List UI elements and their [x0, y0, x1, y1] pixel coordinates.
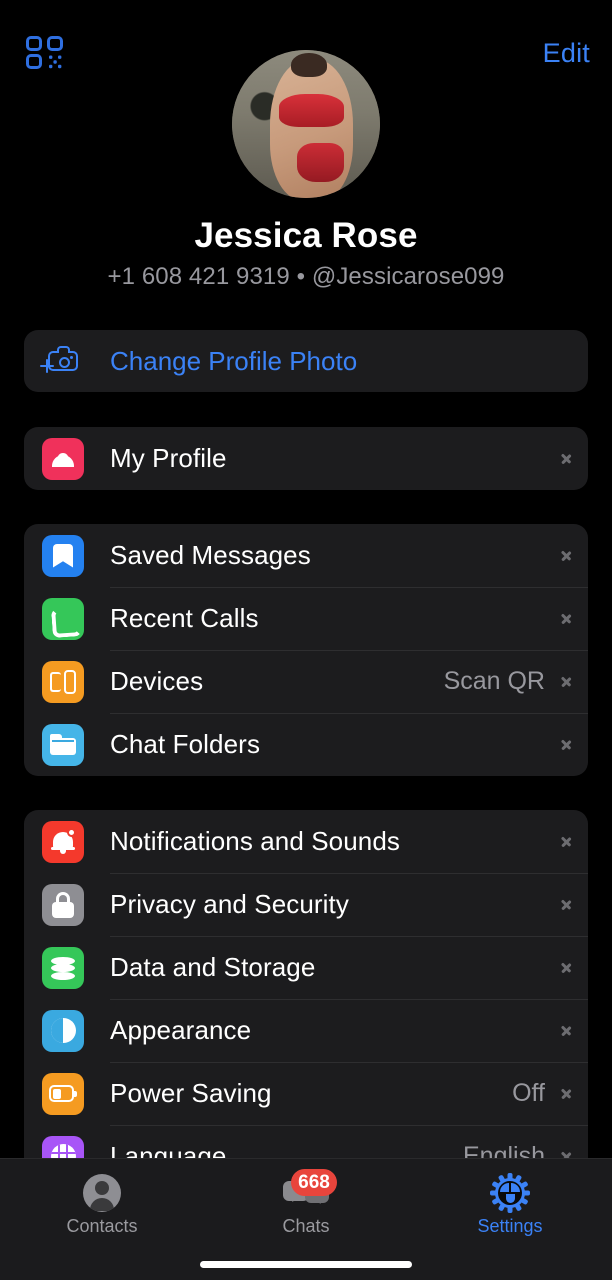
sidebar-item-notifications-and-sounds[interactable]: Notifications and Sounds: [24, 810, 588, 873]
camera-plus-icon: [40, 340, 84, 382]
chevron-right-icon: [561, 958, 572, 977]
row-label: Notifications and Sounds: [110, 826, 401, 856]
folder-icon: [42, 723, 84, 766]
chevron-right-icon: [561, 546, 572, 565]
edit-button[interactable]: Edit: [543, 36, 590, 70]
person-icon: [42, 437, 84, 480]
row-label: Saved Messages: [110, 540, 311, 570]
sidebar-item-data-and-storage[interactable]: Data and Storage: [24, 936, 588, 999]
telegram-settings-screen: Edit Jessica Rose +1 608 421 9319 • @Jes…: [0, 0, 612, 1280]
shortcuts-group-card: Saved Messages Recent Calls Devices Scan…: [24, 524, 588, 776]
tab-settings[interactable]: Settings: [408, 1159, 612, 1237]
database-icon: [42, 946, 84, 989]
sidebar-item-my-profile[interactable]: My Profile: [24, 427, 588, 490]
status-badge: 668: [291, 1169, 337, 1196]
row-label: Recent Calls: [110, 603, 259, 633]
qr-code-icon[interactable]: [26, 36, 64, 70]
avatar-garment-top: [279, 94, 345, 127]
row-value: Scan QR: [443, 667, 545, 695]
tab-label: Contacts: [66, 1216, 138, 1236]
chevron-right-icon: [561, 672, 572, 691]
row-label: Privacy and Security: [110, 889, 349, 919]
chevron-right-icon: [561, 735, 572, 754]
profile-meta: +1 608 421 9319 • @Jessicarose099: [107, 263, 505, 290]
avatar-garment-bottom: [297, 143, 345, 182]
profile-group-card: My Profile: [24, 427, 588, 490]
page-title: Jessica Rose: [194, 216, 418, 255]
devices-icon: [42, 660, 84, 703]
bell-icon: [42, 820, 84, 863]
tab-bar: Contacts 668 Chats Settings: [0, 1158, 612, 1280]
change-profile-photo-card: Change Profile Photo: [24, 330, 588, 392]
top-bar: Edit: [0, 0, 612, 96]
chevron-right-icon: [561, 1021, 572, 1040]
change-profile-photo-button[interactable]: Change Profile Photo: [24, 330, 588, 392]
chats-bubbles-icon: 668: [204, 1169, 408, 1215]
home-indicator: [200, 1261, 412, 1268]
phone-icon: [42, 597, 84, 640]
chevron-right-icon: [561, 832, 572, 851]
lock-icon: [42, 883, 84, 926]
row-label: My Profile: [110, 443, 227, 473]
settings-group-card: Notifications and Sounds Privacy and Sec…: [24, 810, 588, 1188]
battery-icon: [42, 1072, 84, 1115]
row-label: Power Saving: [110, 1078, 272, 1108]
chevron-right-icon: [561, 895, 572, 914]
sidebar-item-devices[interactable]: Devices Scan QR: [24, 650, 588, 713]
tab-contacts[interactable]: Contacts: [0, 1159, 204, 1237]
sidebar-item-power-saving[interactable]: Power Saving Off: [24, 1062, 588, 1125]
chevron-right-icon: [561, 609, 572, 628]
sidebar-item-appearance[interactable]: Appearance: [24, 999, 588, 1062]
sidebar-item-chat-folders[interactable]: Chat Folders: [24, 713, 588, 776]
sidebar-item-recent-calls[interactable]: Recent Calls: [24, 587, 588, 650]
sidebar-item-saved-messages[interactable]: Saved Messages: [24, 524, 588, 587]
row-label: Devices: [110, 666, 204, 696]
tab-label: Settings: [477, 1216, 543, 1236]
tab-label: Chats: [282, 1216, 330, 1236]
qr-code-glyph: [26, 36, 63, 69]
gear-icon: [408, 1171, 612, 1215]
chevron-right-icon: [561, 449, 572, 468]
row-label: Appearance: [110, 1015, 252, 1045]
row-label: Data and Storage: [110, 952, 316, 982]
row-value: Off: [512, 1079, 545, 1107]
contacts-person-icon: [0, 1171, 204, 1215]
appearance-icon: [42, 1009, 84, 1052]
tab-chats[interactable]: 668 Chats: [204, 1159, 408, 1237]
row-label: Chat Folders: [110, 729, 261, 759]
bookmark-icon: [42, 534, 84, 577]
sidebar-item-privacy-and-security[interactable]: Privacy and Security: [24, 873, 588, 936]
change-profile-photo-label: Change Profile Photo: [110, 345, 358, 376]
chevron-right-icon: [561, 1084, 572, 1103]
